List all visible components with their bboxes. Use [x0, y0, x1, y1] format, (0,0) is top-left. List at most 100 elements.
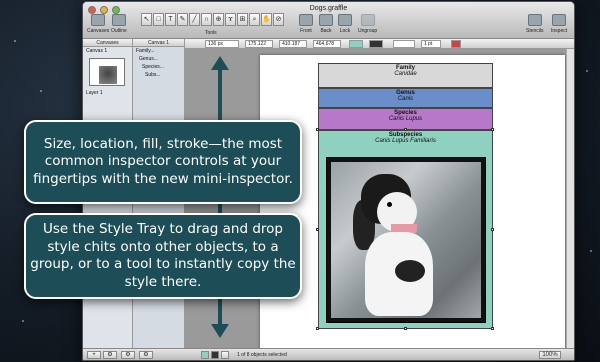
- outline-item-genus[interactable]: Genus...: [133, 55, 184, 63]
- subspecies-title: Subspecies: [388, 132, 423, 138]
- status-bar: + ⚙ ⚙ ⚙ 1 of 8 objects selected 100%: [83, 348, 574, 360]
- style-tray-callout-text: Use the Style Tray to drag and drop styl…: [30, 221, 296, 290]
- canvases-label: Canvases: [87, 28, 110, 34]
- window-title: Dogs.graffle: [309, 5, 348, 12]
- tools-palette: ↖ □ T ✎ ╱ ∩ ⊕ ɤ ⊞ ⌕ ✋ ⊘: [141, 13, 284, 27]
- dog-spot: [395, 260, 425, 282]
- stroke-color-well[interactable]: [369, 40, 383, 48]
- species-title: Species: [394, 110, 417, 116]
- vertical-scrollbar[interactable]: [566, 49, 574, 348]
- lock-label: Lock: [339, 28, 351, 34]
- outline-item-subspecies[interactable]: Subs...: [133, 71, 184, 79]
- canvas-list-item[interactable]: Canvas 1: [83, 47, 132, 55]
- front-button[interactable]: Front: [299, 14, 313, 34]
- family-title: Family: [395, 65, 415, 71]
- zoom-tool-icon[interactable]: ⌕: [249, 13, 260, 26]
- style-tray-fill-chit[interactable]: [201, 351, 209, 359]
- style-tray-callout: Use the Style Tray to drag and drop styl…: [24, 213, 302, 299]
- family-value: Canidae: [394, 71, 417, 77]
- star-dot: [40, 90, 42, 92]
- resize-handle[interactable]: [491, 228, 494, 231]
- back-label: Back: [320, 28, 332, 34]
- style-tray-stroke-chit[interactable]: [211, 351, 219, 359]
- lock-icon: [338, 14, 352, 26]
- outline-icon: [111, 14, 126, 26]
- tools-label: Tools: [205, 30, 217, 36]
- resize-handle[interactable]: [404, 327, 407, 330]
- resize-handle[interactable]: [404, 128, 407, 131]
- genus-value: Canis: [397, 96, 414, 102]
- resize-handle[interactable]: [316, 228, 319, 231]
- selection-status: 1 of 8 objects selected: [237, 352, 287, 358]
- star-dot: [22, 320, 24, 322]
- resize-handle[interactable]: [491, 128, 494, 131]
- dog-photo-image: [331, 162, 481, 318]
- pen-tool-icon[interactable]: ✎: [177, 13, 188, 26]
- star-dot: [590, 250, 592, 252]
- outline-item-species[interactable]: Species...: [133, 63, 184, 71]
- genus-box[interactable]: Genus Canis: [318, 88, 493, 108]
- text-tool-icon[interactable]: T: [165, 13, 176, 26]
- send-back-icon: [319, 14, 333, 26]
- style-tray-chit[interactable]: [451, 40, 461, 48]
- hand-tool-icon[interactable]: ✋: [261, 13, 272, 26]
- resize-handle[interactable]: [491, 327, 494, 330]
- brush-tool-icon[interactable]: ɤ: [225, 13, 236, 26]
- inspect-icon: [552, 14, 567, 26]
- ungroup-label: Ungroup: [358, 28, 378, 34]
- width-field[interactable]: 410.187: [279, 40, 307, 48]
- front-label: Front: [300, 28, 312, 34]
- window-titlebar: Dogs.graffle Canvases Outline ↖ □ T ✎ ╱ …: [83, 2, 574, 39]
- star-dot: [586, 70, 588, 72]
- y-field[interactable]: 175.122: [245, 40, 273, 48]
- back-button[interactable]: Back: [319, 14, 333, 34]
- selection-tool-icon[interactable]: ⊞: [237, 13, 248, 26]
- style-tray-font-chit[interactable]: [221, 351, 229, 359]
- layer-list-item[interactable]: Layer 1: [83, 89, 132, 97]
- stencils-button[interactable]: Stencils: [526, 14, 544, 34]
- zoom-popup[interactable]: 100%: [539, 351, 561, 359]
- height-field[interactable]: 464.678: [313, 40, 341, 48]
- line-style-popup[interactable]: [393, 40, 415, 48]
- resize-handle[interactable]: [316, 128, 319, 131]
- layer-action-button[interactable]: ⚙: [121, 351, 135, 359]
- lock-button[interactable]: Lock: [338, 14, 352, 34]
- bring-front-icon: [299, 14, 313, 26]
- star-dot: [14, 40, 16, 42]
- outline-item-family[interactable]: Family...: [133, 47, 184, 55]
- dog-photo[interactable]: [326, 157, 486, 323]
- x-field[interactable]: 136 px: [205, 40, 239, 48]
- canvases-button[interactable]: Canvases: [87, 14, 109, 34]
- outline-button[interactable]: Outline: [111, 14, 127, 34]
- outline-label: Outline: [111, 28, 127, 34]
- layer-add-button[interactable]: ⚙: [139, 351, 153, 359]
- species-value: Canis Lupus: [388, 116, 423, 122]
- ungroup-icon: [360, 14, 375, 26]
- family-box[interactable]: Family Canidae: [318, 63, 493, 88]
- mini-inspector-callout-text: Size, location, fill, stroke—the most co…: [33, 135, 293, 187]
- eyedropper-tool-icon[interactable]: ⊘: [273, 13, 284, 26]
- canvas-thumbnail[interactable]: [89, 58, 125, 86]
- outline-header: Canvas 1: [133, 39, 184, 47]
- rubber-stamp-icon[interactable]: ⊕: [213, 13, 224, 26]
- stencils-label: Stencils: [526, 28, 544, 34]
- fill-color-well[interactable]: [349, 40, 363, 48]
- canvas-action-button[interactable]: ⚙: [103, 351, 117, 359]
- ungroup-button[interactable]: Ungroup: [358, 14, 377, 34]
- thumbnail-image: [99, 66, 117, 84]
- stencils-icon: [527, 14, 542, 26]
- inspect-label: Inspect: [551, 28, 568, 34]
- inspect-button[interactable]: Inspect: [551, 14, 567, 34]
- species-box[interactable]: Species Canis Lupus: [318, 108, 493, 130]
- mini-inspector-callout: Size, location, fill, stroke—the most co…: [24, 120, 302, 204]
- line-tool-icon[interactable]: ╱: [189, 13, 200, 26]
- resize-handle[interactable]: [316, 327, 319, 330]
- stroke-width-field[interactable]: 1 pt: [421, 40, 441, 48]
- canvases-header: Canvases: [83, 39, 132, 47]
- magnet-tool-icon[interactable]: ∩: [201, 13, 212, 26]
- genus-title: Genus: [396, 90, 415, 96]
- arrow-tool-icon[interactable]: ↖: [141, 13, 152, 26]
- canvases-icon: [91, 14, 106, 26]
- shape-tool-icon[interactable]: □: [153, 13, 164, 26]
- add-canvas-button[interactable]: +: [87, 351, 101, 359]
